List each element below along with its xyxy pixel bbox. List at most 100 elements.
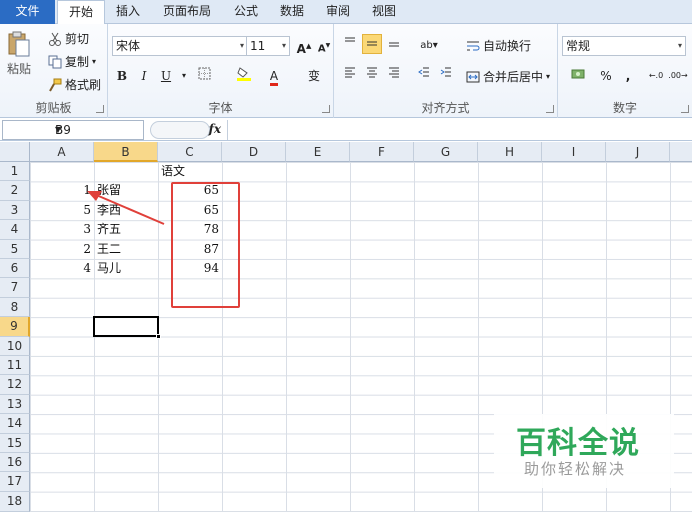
align-right-button[interactable] (384, 64, 404, 84)
orientation-button[interactable]: ab▾ (416, 34, 442, 54)
row-header-1[interactable]: 1 (0, 162, 30, 182)
column-header-a[interactable]: A (30, 142, 94, 162)
row-header-18[interactable]: 18 (0, 491, 30, 512)
increase-indent-button[interactable] (436, 64, 456, 84)
chevron-down-icon[interactable]: ▾ (174, 66, 194, 86)
row-header-12[interactable]: 12 (0, 375, 30, 395)
name-box[interactable]: B9 ▼ (2, 120, 144, 140)
row-header-17[interactable]: 17 (0, 472, 30, 492)
row-header-7[interactable]: 7 (0, 278, 30, 298)
cell-a3[interactable]: 5 (30, 201, 91, 220)
cell-a2[interactable]: 1 (30, 181, 91, 200)
fill-handle[interactable] (156, 334, 161, 340)
percent-button[interactable]: % (596, 66, 616, 86)
borders-button[interactable] (194, 66, 214, 86)
insert-function-icon[interactable]: fx (209, 122, 221, 136)
font-color-icon: A (269, 69, 279, 86)
font-family-value: 宋体 (116, 39, 141, 53)
decrease-decimal-button[interactable]: .00→ (668, 66, 688, 86)
formula-input[interactable] (230, 120, 692, 140)
underline-button[interactable]: U (156, 66, 176, 86)
tab-home[interactable]: 开始 (57, 0, 105, 25)
increase-decimal-button[interactable]: ←.0 (646, 66, 666, 86)
alignment-group-label: 对齐方式 (421, 101, 470, 115)
column-header-partial[interactable] (670, 142, 692, 162)
paste-button[interactable]: 粘贴 (6, 30, 32, 77)
active-cell-b9[interactable] (93, 316, 161, 340)
clipboard-group-label: 剪贴板 (35, 101, 72, 115)
tab-data[interactable]: 数据 (272, 0, 312, 24)
column-header-b[interactable]: B (94, 142, 158, 162)
format-painter-icon (49, 78, 62, 91)
align-top-icon (345, 37, 355, 42)
column-header-e[interactable]: E (286, 142, 350, 162)
format-painter-button[interactable]: 格式刷 (48, 76, 101, 93)
decrease-indent-button[interactable] (414, 64, 434, 84)
comma-button[interactable]: , (618, 66, 638, 86)
phonetic-button[interactable]: 变 (304, 66, 324, 86)
row-header-9[interactable]: 9 (0, 317, 30, 337)
column-header-h[interactable]: H (478, 142, 542, 162)
row-header-6[interactable]: 6 (0, 259, 30, 279)
font-color-button[interactable]: A (264, 66, 284, 86)
align-left-icon (345, 67, 355, 78)
font-size-select[interactable]: 11 ▾ (246, 36, 290, 56)
select-all-corner[interactable] (0, 142, 30, 162)
wrap-text-button[interactable]: 自动换行 (466, 37, 531, 54)
tab-formulas[interactable]: 公式 (226, 0, 266, 24)
align-middle-button[interactable] (362, 34, 382, 54)
watermark-subtitle: 助你轻松解决 (524, 460, 627, 478)
align-bottom-button[interactable] (384, 34, 404, 54)
alignment-launcher-icon[interactable] (546, 105, 554, 113)
row-header-14[interactable]: 14 (0, 414, 30, 434)
row-header-8[interactable]: 8 (0, 297, 30, 318)
number-format-select[interactable]: 常规 ▾ (562, 36, 686, 56)
font-launcher-icon[interactable] (322, 105, 330, 113)
fill-color-button[interactable] (234, 66, 254, 86)
tab-page-layout[interactable]: 页面布局 (154, 0, 220, 24)
copy-button[interactable]: 复制 ▾ (48, 53, 96, 70)
column-header-g[interactable]: G (414, 142, 478, 162)
tab-review[interactable]: 审阅 (318, 0, 358, 24)
column-header-j[interactable]: J (606, 142, 670, 162)
cell-b5[interactable]: 王二 (97, 240, 121, 259)
row-header-4[interactable]: 4 (0, 220, 30, 240)
row-header-16[interactable]: 16 (0, 453, 30, 473)
decrease-indent-icon (418, 67, 429, 77)
row-header-11[interactable]: 11 (0, 356, 30, 376)
column-header-f[interactable]: F (350, 142, 414, 162)
tab-file[interactable]: 文件 (0, 0, 55, 24)
italic-button[interactable]: I (134, 66, 154, 86)
cell-c1[interactable]: 语文 (161, 162, 185, 181)
row-header-15[interactable]: 15 (0, 433, 30, 453)
number-launcher-icon[interactable] (681, 105, 689, 113)
cell-b6[interactable]: 马儿 (97, 259, 121, 278)
align-top-button[interactable] (340, 34, 360, 54)
bold-button[interactable]: B (112, 66, 132, 86)
row-header-5[interactable]: 5 (0, 239, 30, 259)
column-header-d[interactable]: D (222, 142, 286, 162)
currency-button[interactable] (564, 66, 592, 86)
cell-a4[interactable]: 3 (30, 220, 91, 239)
column-header-c[interactable]: C (158, 142, 222, 162)
tab-view[interactable]: 视图 (364, 0, 404, 24)
font-family-select[interactable]: 宋体 ▾ (112, 36, 248, 56)
cell-a5[interactable]: 2 (30, 240, 91, 259)
row-header-13[interactable]: 13 (0, 394, 30, 415)
column-header-i[interactable]: I (542, 142, 606, 162)
align-center-button[interactable] (362, 64, 382, 84)
row-header-2[interactable]: 2 (0, 181, 30, 201)
formula-controls (150, 121, 210, 139)
tab-insert[interactable]: 插入 (108, 0, 148, 24)
row-header-3[interactable]: 3 (0, 200, 30, 221)
clipboard-launcher-icon[interactable] (96, 105, 104, 113)
cell-a6[interactable]: 4 (30, 259, 91, 278)
cut-button[interactable]: 剪切 (48, 30, 89, 47)
grow-font-button[interactable]: A▲ (294, 36, 314, 56)
scissors-icon (49, 32, 61, 46)
align-left-button[interactable] (340, 64, 360, 84)
row-header-10[interactable]: 10 (0, 336, 30, 356)
shrink-font-button[interactable]: A▼ (314, 36, 334, 56)
merge-center-button[interactable]: 合并后居中 ▾ (466, 68, 550, 85)
ribbon-tab-bar: 文件 开始 插入 页面布局 公式 数据 审阅 视图 (0, 0, 692, 25)
